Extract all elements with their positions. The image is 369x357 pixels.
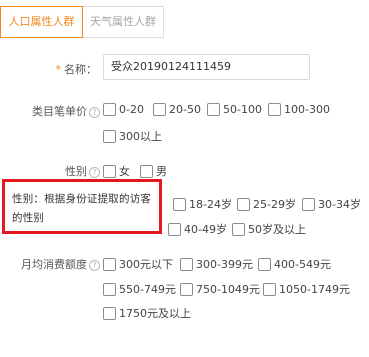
checkbox-icon <box>103 164 116 178</box>
spend-option-1050-1749[interactable]: 1050-1749元 <box>263 281 350 297</box>
spend-option-under-300[interactable]: 300元以下 <box>103 256 173 272</box>
question-circle-icon[interactable]: ? <box>89 107 100 118</box>
option-label: 40-49岁 <box>184 223 227 236</box>
question-circle-icon[interactable]: ? <box>89 167 100 178</box>
name-label-text: 名称： <box>64 63 97 76</box>
option-label: 18-24岁 <box>189 198 232 211</box>
gender-label: 性别? <box>20 163 100 179</box>
checkbox-icon <box>140 164 153 178</box>
checkbox-icon <box>103 129 116 143</box>
category-price-label: 类目笔单价? <box>10 103 100 119</box>
checkbox-icon <box>237 197 250 211</box>
checkbox-icon <box>180 282 193 296</box>
category-price-label-text: 类目笔单价 <box>32 105 87 118</box>
checkbox-icon <box>103 257 116 271</box>
monthly-spend-label-text: 月均消费额度 <box>21 258 87 271</box>
checkbox-icon <box>232 222 245 236</box>
checkbox-icon <box>180 257 193 271</box>
option-label: 50-100 <box>223 103 262 116</box>
checkbox-icon <box>153 103 166 116</box>
checkbox-icon <box>168 222 181 236</box>
tab-demographic[interactable]: 人口属性人群 <box>0 6 83 38</box>
checkbox-icon <box>302 197 315 211</box>
spend-option-300-399[interactable]: 300-399元 <box>180 256 253 272</box>
option-label: 25-29岁 <box>253 198 296 211</box>
price-option-300-plus[interactable]: 300以上 <box>103 128 162 144</box>
option-label: 男 <box>156 165 167 178</box>
age-option-50-plus[interactable]: 50岁及以上 <box>232 221 306 237</box>
option-label: 0-20 <box>119 103 144 116</box>
option-label: 550-749元 <box>119 283 176 296</box>
required-mark: * <box>55 63 62 76</box>
spend-option-750-1049[interactable]: 750-1049元 <box>180 281 260 297</box>
option-label: 300-399元 <box>196 258 253 271</box>
age-option-30-34[interactable]: 30-34岁 <box>302 196 361 212</box>
price-option-20-50[interactable]: 20-50 <box>153 103 201 116</box>
age-option-18-24[interactable]: 18-24岁 <box>173 196 232 212</box>
name-label: * 名称： <box>40 61 98 77</box>
gender-option-male[interactable]: 男 <box>140 163 167 179</box>
checkbox-icon <box>173 197 186 211</box>
spend-option-550-749[interactable]: 550-749元 <box>103 281 176 297</box>
option-label: 20-50 <box>169 103 201 116</box>
checkbox-icon <box>268 103 281 116</box>
price-option-0-20[interactable]: 0-20 <box>103 103 144 116</box>
checkbox-icon <box>263 282 276 296</box>
checkbox-icon <box>258 257 271 271</box>
monthly-spend-label: 月均消费额度? <box>4 256 100 272</box>
age-option-25-29[interactable]: 25-29岁 <box>237 196 296 212</box>
price-option-50-100[interactable]: 50-100 <box>207 103 262 116</box>
tooltip-text: 性别：根据身份证提取的访客的性别 <box>12 193 152 224</box>
checkbox-icon <box>103 282 116 296</box>
gender-help-tooltip: 性别：根据身份证提取的访客的性别 <box>2 179 162 234</box>
age-option-40-49[interactable]: 40-49岁 <box>168 221 227 237</box>
audience-type-tabs: 人口属性人群 天气属性人群 <box>0 6 164 38</box>
price-option-100-300[interactable]: 100-300 <box>268 103 330 116</box>
spend-option-1750-plus[interactable]: 1750元及以上 <box>103 305 191 321</box>
option-label: 100-300 <box>284 103 330 116</box>
gender-label-text: 性别 <box>65 165 87 178</box>
option-label: 300元以下 <box>119 258 173 271</box>
option-label: 1750元及以上 <box>119 307 191 320</box>
checkbox-icon <box>207 103 220 116</box>
option-label: 女 <box>119 165 130 178</box>
gender-option-female[interactable]: 女 <box>103 163 130 179</box>
option-label: 750-1049元 <box>196 283 260 296</box>
option-label: 300以上 <box>119 130 162 143</box>
option-label: 1050-1749元 <box>279 283 350 296</box>
question-circle-icon[interactable]: ? <box>89 260 100 271</box>
name-input[interactable]: 受众20190124111459 <box>103 54 310 80</box>
option-label: 30-34岁 <box>318 198 361 211</box>
checkbox-icon <box>103 306 116 320</box>
spend-option-400-549[interactable]: 400-549元 <box>258 256 331 272</box>
checkbox-icon <box>103 103 116 116</box>
option-label: 50岁及以上 <box>248 223 306 236</box>
tab-weather[interactable]: 天气属性人群 <box>83 6 164 38</box>
option-label: 400-549元 <box>274 258 331 271</box>
